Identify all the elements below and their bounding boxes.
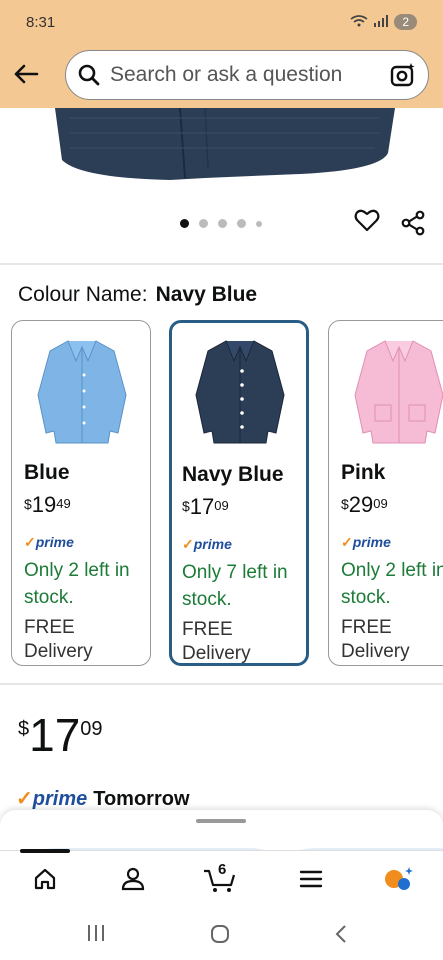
- image-carousel-dots[interactable]: [180, 219, 262, 228]
- recents-icon: [88, 925, 104, 941]
- carousel-dot[interactable]: [180, 219, 189, 228]
- search-placeholder[interactable]: Search or ask a question: [110, 63, 390, 87]
- price-currency: $: [24, 496, 32, 512]
- status-time: 8:31: [26, 14, 56, 31]
- nav-cart[interactable]: 6: [198, 861, 242, 895]
- option-name: Navy Blue: [182, 463, 284, 486]
- stock-status: Only 7 left in stock.: [182, 562, 288, 610]
- free-label: FREE: [182, 619, 233, 640]
- price-currency: $: [341, 496, 349, 512]
- price-currency: $: [182, 498, 190, 514]
- header: 8:31 2 Search or ask a question: [0, 0, 443, 108]
- menu-icon: [299, 870, 323, 888]
- share-icon: [401, 210, 425, 236]
- colour-option-pink[interactable]: Pink $29 09 ✓prime Only 2 left in stock. …: [328, 320, 443, 666]
- system-nav-bar: [0, 906, 443, 960]
- option-price: $17 09: [182, 496, 229, 518]
- delivery-label: Delivery: [182, 643, 251, 664]
- prime-check-icon: ✓: [182, 536, 194, 552]
- prime-check-icon: ✓: [24, 534, 36, 550]
- nav-menu[interactable]: [289, 863, 333, 895]
- chevron-left-icon: [335, 925, 346, 943]
- divider: [0, 683, 443, 685]
- nav-account[interactable]: [111, 863, 155, 895]
- option-name: Pink: [341, 461, 386, 484]
- wifi-icon: [350, 14, 368, 30]
- prime-delivery: ✓prime Tomorrow: [16, 786, 190, 811]
- camera-sparkle-icon: [390, 63, 415, 87]
- carousel-dot[interactable]: [218, 219, 227, 228]
- prime-text: prime: [193, 536, 232, 552]
- price-fraction: 09: [373, 496, 388, 511]
- status-icons: 2: [350, 14, 417, 30]
- price-fraction: 09: [80, 718, 103, 740]
- prime-badge: ✓prime: [16, 786, 87, 811]
- price-fraction: 49: [56, 496, 71, 511]
- option-name: Blue: [24, 461, 70, 484]
- price-currency: $: [18, 718, 30, 740]
- selected-colour-name: Navy Blue: [155, 283, 258, 306]
- colour-option-navy-blue[interactable]: Navy Blue $17 09 ✓prime Only 7 left in st…: [169, 320, 309, 666]
- price-whole: 17: [189, 494, 215, 519]
- prime-badge: ✓prime: [182, 536, 232, 553]
- free-label: FREE: [24, 617, 75, 638]
- product-price: $ 17 09: [18, 710, 103, 760]
- sheet-drag-handle[interactable]: [196, 819, 246, 823]
- carousel-dot[interactable]: [199, 219, 208, 228]
- bottom-nav: 6: [0, 849, 443, 906]
- active-tab-indicator: [20, 849, 70, 853]
- lab-coat-navy-image: [195, 340, 285, 444]
- rufus-icon: [385, 867, 413, 890]
- home-icon: [34, 868, 56, 890]
- prime-text: prime: [352, 534, 391, 550]
- share-button[interactable]: [400, 210, 426, 241]
- divider: [0, 263, 443, 265]
- recents-button[interactable]: [86, 924, 106, 942]
- heart-icon: [354, 209, 380, 232]
- carousel-dot[interactable]: [256, 220, 262, 227]
- prime-text: prime: [35, 534, 74, 550]
- prime-check-icon: ✓: [341, 534, 353, 550]
- wishlist-button[interactable]: [354, 208, 380, 237]
- delivery-label: Delivery: [341, 641, 410, 662]
- colour-option-blue[interactable]: Blue $19 49 ✓prime Only 2 left in stock. …: [11, 320, 151, 666]
- nav-rufus[interactable]: [377, 863, 421, 895]
- battery-indicator: 2: [394, 14, 417, 30]
- back-system-button[interactable]: [334, 924, 348, 944]
- option-price: $19 49: [24, 494, 71, 516]
- back-button[interactable]: [10, 58, 42, 90]
- lab-coat-pink-image: [354, 340, 443, 444]
- nav-home[interactable]: [23, 863, 67, 895]
- free-label: FREE: [341, 617, 392, 638]
- price-fraction: 09: [214, 498, 229, 513]
- home-system-button[interactable]: [210, 924, 230, 944]
- price-whole: 17: [29, 709, 81, 761]
- person-icon: [121, 867, 145, 891]
- colour-options: Blue $19 49 ✓prime Only 2 left in stock. …: [0, 318, 443, 670]
- signal-icon: [374, 14, 389, 30]
- prime-badge: ✓prime: [341, 534, 391, 551]
- prime-badge: ✓prime: [24, 534, 74, 551]
- colour-label-text: Colour Name:: [18, 283, 148, 306]
- prime-check-icon: ✓: [16, 788, 33, 810]
- delivery-day: Tomorrow: [93, 788, 190, 810]
- stock-status: Only 2 left in stock.: [24, 560, 130, 608]
- lab-coat-blue-image: [37, 340, 127, 444]
- price-whole: 29: [348, 492, 374, 517]
- delivery-label: Delivery: [24, 641, 93, 662]
- price-whole: 19: [31, 492, 57, 517]
- arrow-left-icon: [14, 64, 39, 84]
- carousel-dot[interactable]: [237, 219, 246, 228]
- prime-text: prime: [32, 788, 88, 810]
- circle-home-icon: [211, 925, 229, 943]
- search-icon: [78, 64, 100, 86]
- stock-status: Only 2 left in stock.: [341, 560, 443, 608]
- search-bar[interactable]: Search or ask a question: [65, 50, 429, 100]
- colour-label: Colour Name: Navy Blue: [18, 283, 257, 307]
- cart-count: 6: [218, 861, 227, 878]
- option-price: $29 09: [341, 494, 388, 516]
